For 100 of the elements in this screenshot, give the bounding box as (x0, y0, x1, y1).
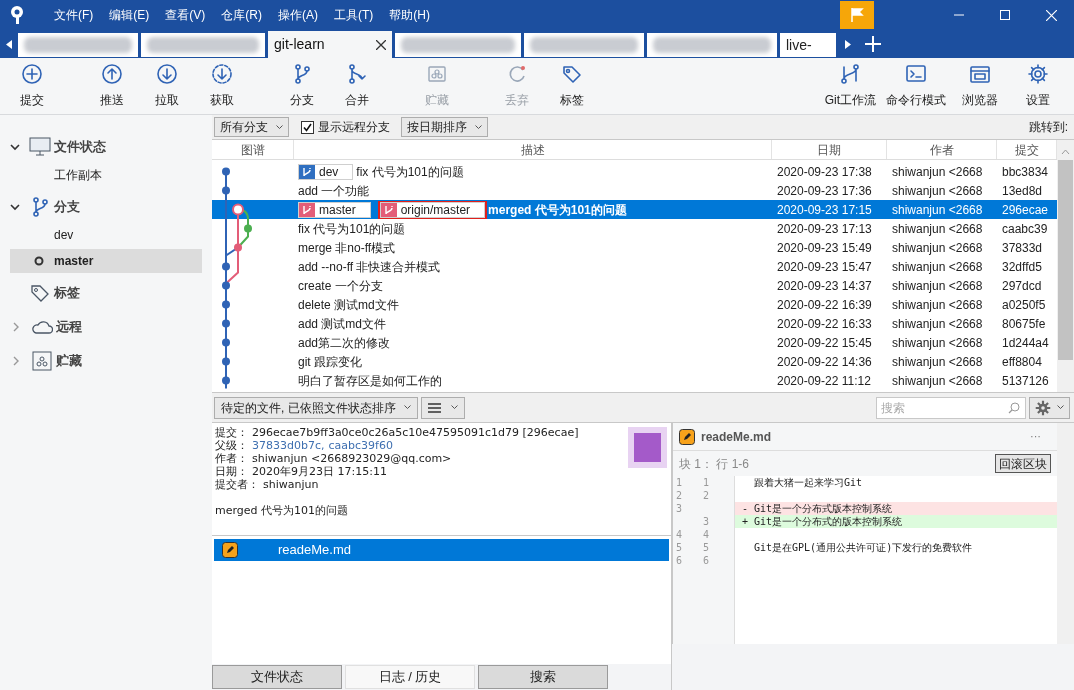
column-header[interactable]: 图谱 (212, 140, 294, 159)
sidebar-section[interactable]: 文件状态 (54, 137, 106, 157)
caret-icon (1057, 405, 1064, 410)
close-tab-icon[interactable] (376, 39, 386, 50)
sidebar-item[interactable]: dev (10, 223, 202, 247)
toolbar-button[interactable]: 分支 (276, 60, 328, 112)
tab[interactable]: live- (780, 33, 836, 57)
view-tab[interactable]: 文件状态 (212, 665, 342, 689)
settings-dropdown[interactable] (1029, 396, 1070, 419)
jump-to-label: 跳转到: (1028, 119, 1068, 136)
plus-circle-icon (21, 63, 43, 85)
menu-item[interactable]: 编辑(E) (101, 0, 158, 30)
new-tab-icon[interactable] (865, 36, 881, 52)
author-cell-text: shiwanjun <2668 (891, 315, 984, 333)
toolbar-button[interactable]: 拉取 (141, 60, 193, 112)
commit-row[interactable]: add 测试md文件 2020-09-22 16:33 shiwanjun <2668 80675fe (212, 314, 1057, 333)
line-number: 3 (676, 503, 683, 514)
toolbar-button[interactable]: 获取 (196, 60, 248, 112)
toolbar-button[interactable]: 推送 (86, 60, 138, 112)
sidebar-section[interactable]: 标签 (54, 283, 80, 303)
date-cell-text: 2020-09-22 16:33 (776, 315, 873, 333)
date-cell-text: 2020-09-23 17:15 (776, 201, 873, 219)
column-header[interactable]: 描述 (294, 140, 772, 159)
tab[interactable] (647, 33, 777, 57)
commit-row[interactable]: add --no-ff 非快速合并模式 2020-09-23 15:47 shiwanjun <2668 32dffd5 (212, 257, 1057, 276)
toolbar-button[interactable]: 命令行模式 (884, 60, 948, 112)
search-field[interactable]: 搜索 (876, 396, 1026, 419)
sidebar-item[interactable]: master (10, 249, 202, 273)
file-sort-dropdown[interactable]: 待定的文件, 已依照文件状态排序 (214, 396, 418, 419)
toolbar-button[interactable]: 设置 (1012, 60, 1064, 112)
menu-item[interactable]: 仓库(R) (213, 0, 270, 30)
file-row[interactable]: readeMe.md (214, 539, 669, 561)
commit-row[interactable]: add 一个功能 2020-09-23 17:36 shiwanjun <2668 13ed8d (212, 181, 1057, 200)
revert-hunk-button[interactable]: 回滚区块 (995, 454, 1051, 473)
column-header[interactable]: 作者 (887, 140, 997, 159)
scrollbar[interactable] (1057, 140, 1074, 392)
toolbar-button[interactable]: 合并 (331, 60, 383, 112)
commit-row[interactable]: master origin/master merged 代号为101的问题 2020-09-23 17:15 shiwanjun <2668 296ecae (212, 200, 1057, 219)
commit-description: 明白了暂存区是如何工作的 (298, 372, 442, 390)
branch-label[interactable]: origin/master (379, 201, 486, 218)
sort-dropdown[interactable]: 按日期排序 (401, 117, 488, 137)
line-number: 2 (676, 490, 683, 501)
view-tab[interactable]: 搜索 (478, 665, 608, 689)
scroll-left-icon[interactable] (6, 40, 12, 49)
column-header[interactable]: 日期 (772, 140, 887, 159)
menu-item[interactable]: 查看(V) (157, 0, 214, 30)
toolbar-button[interactable]: 标签 (546, 60, 598, 112)
commit-row[interactable]: merge 非no-ff模式 2020-09-23 15:49 shiwanjun <2668 37833d (212, 238, 1057, 257)
branch-label[interactable]: master (298, 201, 371, 218)
commit-row[interactable]: delete 测试md文件 2020-09-22 16:39 shiwanjun <2668 a0250f5 (212, 295, 1057, 314)
sidebar-section[interactable]: 远程 (56, 317, 82, 337)
sidebar-section[interactable]: 分支 (54, 197, 80, 217)
branch-label[interactable]: dev (298, 163, 354, 180)
author-cell-text: shiwanjun <2668 (891, 163, 984, 181)
toolbar-button[interactable]: 提交 (6, 60, 58, 112)
tab[interactable] (18, 33, 138, 57)
tab[interactable] (395, 33, 521, 57)
tab[interactable] (524, 33, 644, 57)
sidebar-section[interactable]: 贮藏 (56, 351, 82, 371)
menu-item[interactable]: 工具(T) (326, 0, 382, 30)
view-mode-dropdown[interactable] (420, 396, 465, 419)
settings-icon (1035, 399, 1051, 416)
branch-filter-dropdown[interactable]: 所有分支 (214, 117, 289, 137)
scroll-right-icon[interactable] (845, 40, 851, 49)
parent-commit-link[interactable]: 37833d0b7c (252, 439, 321, 452)
line-number: 5 (676, 542, 683, 553)
commit-row[interactable]: create 一个分支 2020-09-23 14:37 shiwanjun <2668 297dcd (212, 276, 1057, 295)
toolbar-button[interactable]: 浏览器 (954, 60, 1006, 112)
scrollbar[interactable] (1057, 423, 1074, 644)
more-button[interactable]: ··· (1030, 428, 1041, 445)
menu-item[interactable]: 操作(A) (270, 0, 326, 30)
menu-item[interactable]: 文件(F) (46, 0, 102, 30)
author-cell-text: shiwanjun <2668 (891, 239, 984, 257)
flag-button[interactable] (840, 1, 874, 29)
commit-row[interactable]: git 跟踪变化 2020-09-22 14:36 shiwanjun <2668 eff8804 (212, 352, 1057, 371)
commit-row[interactable]: add第二次的修改 2020-09-22 15:45 shiwanjun <2668 1d244a4 (212, 333, 1057, 352)
tab-label: git-learn (274, 35, 325, 54)
chevron-right-icon[interactable] (13, 322, 19, 332)
date-cell-text: 2020-09-23 17:36 (776, 182, 873, 200)
modified-file-icon (679, 428, 695, 445)
parent-commit-link[interactable]: caabc39f60 (328, 439, 393, 452)
chevron-down-icon[interactable] (10, 203, 20, 211)
caret-icon (276, 124, 283, 130)
tab[interactable]: git-learn (268, 31, 392, 58)
sidebar-item[interactable]: 工作副本 (10, 163, 202, 187)
toolbar-button[interactable]: Git工作流 (822, 60, 878, 112)
chevron-right-icon[interactable] (13, 356, 19, 366)
checkbox[interactable] (301, 120, 314, 134)
detail-label: 作者： (215, 452, 248, 465)
menu-item[interactable]: 帮助(H) (381, 0, 438, 30)
commit-row[interactable]: 明白了暂存区是如何工作的 2020-09-22 11:12 shiwanjun <2668 5137126 (212, 371, 1057, 390)
commit-row[interactable]: fix 代号为101的问题 2020-09-23 17:13 shiwanjun <2668 caabc39 (212, 219, 1057, 238)
chevron-down-icon[interactable] (10, 143, 20, 151)
view-tab[interactable]: 日志 / 历史 (345, 665, 475, 689)
date-cell-text: 2020-09-23 15:47 (776, 258, 873, 276)
tab[interactable] (141, 33, 265, 57)
commit-description: git 跟踪变化 (298, 353, 362, 371)
commit-row[interactable]: dev fix 代号为101的问题 2020-09-23 17:38 shiwanjun <2668 bbc3834 (212, 162, 1057, 181)
monitor-icon (29, 137, 51, 157)
browser-window-icon (969, 63, 991, 85)
